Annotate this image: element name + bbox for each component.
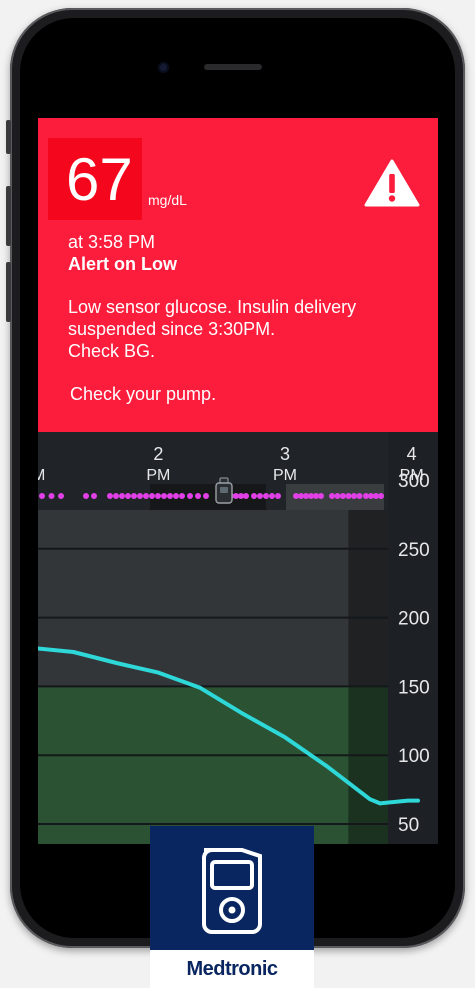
glucose-chart[interactable]: 2 PM 3 PM 4 PM M 300 250 200 150 100 50 [38,432,438,844]
x-tick-partial: M [38,467,45,484]
x-tick-hour: 4 [407,444,417,464]
insulin-dot [351,493,357,499]
insulin-dot [83,493,89,499]
alert-message: Low sensor glucose. Insulin delivery sus… [68,296,418,362]
insulin-dot [137,493,143,499]
insulin-dot [263,493,269,499]
insulin-dot [275,493,281,499]
insulin-dot [173,493,179,499]
insulin-dot [179,493,185,499]
insulin-dot [119,493,125,499]
insulin-dot [161,493,167,499]
y-tick-label: 100 [398,746,430,767]
x-tick-period: PM [273,467,297,484]
insulin-dot [107,493,113,499]
insulin-dot [187,493,193,499]
y-tick-label: 300 [398,471,430,492]
insulin-dot [167,493,173,499]
insulin-dot [48,493,55,499]
insulin-dot [113,493,119,499]
alert-message-line: Low sensor glucose. Insulin delivery [68,297,357,317]
insulin-dot [131,493,137,499]
alert-message-line: Check BG. [68,341,156,361]
insulin-dot [340,493,346,499]
insulin-dot [345,493,352,499]
screen: 67 mg/dL at 3:58 PM Alert on Low Low sen… [38,118,438,844]
y-tick-label: 200 [398,609,430,630]
glucose-chart-svg: 2PM3PM4PMM 30025020015010050 [38,432,438,844]
check-pump-message: Check your pump. [70,384,217,404]
insulin-dot [195,493,201,499]
front-camera [158,62,169,73]
low-glucose-alert[interactable]: 67 mg/dL at 3:58 PM Alert on Low Low sen… [38,118,438,432]
insulin-dot [149,493,155,499]
y-tick-label: 250 [398,540,430,561]
insulin-dot [39,493,45,499]
suspend-shade [348,510,388,844]
y-tick-label: 50 [398,815,419,836]
volume-up-button[interactable] [6,186,11,246]
y-tick-label: 150 [398,677,430,698]
insulin-dot [143,493,149,499]
insulin-dot [356,493,363,499]
brand-name: Medtronic [186,958,278,980]
axis-panel [388,432,438,844]
x-tick-hour: 3 [280,444,290,464]
glucose-value: 67 [66,146,133,213]
earpiece-speaker [204,64,262,70]
insulin-dot [334,493,341,499]
insulin-dot [329,493,335,499]
medtronic-badge-top [150,826,314,950]
insulin-dot [251,493,257,499]
alert-time: at 3:58 PM [68,232,156,252]
glucose-unit: mg/dL [148,192,187,208]
x-tick-hour: 2 [153,444,163,464]
insulin-dot [378,493,384,499]
insulin-dot [58,493,64,499]
insulin-dot [269,493,275,499]
insulin-dot [203,493,209,499]
target-range-band [38,686,388,844]
medtronic-badge: Medtronic [150,826,314,988]
insulin-dot [257,493,263,499]
insulin-dot [91,493,97,499]
warning-triangle-icon [364,159,420,207]
alert-message-line: suspended since 3:30PM. [68,319,276,339]
alert-title: Alert on Low [68,254,177,274]
volume-down-button[interactable] [6,262,11,322]
insulin-dot [243,493,249,499]
x-tick-period: PM [146,467,170,484]
insulin-pump-icon [202,848,262,934]
insulin-dot [318,493,324,499]
mute-switch[interactable] [6,120,11,154]
insulin-dot [125,493,131,499]
insulin-dot [155,493,161,499]
